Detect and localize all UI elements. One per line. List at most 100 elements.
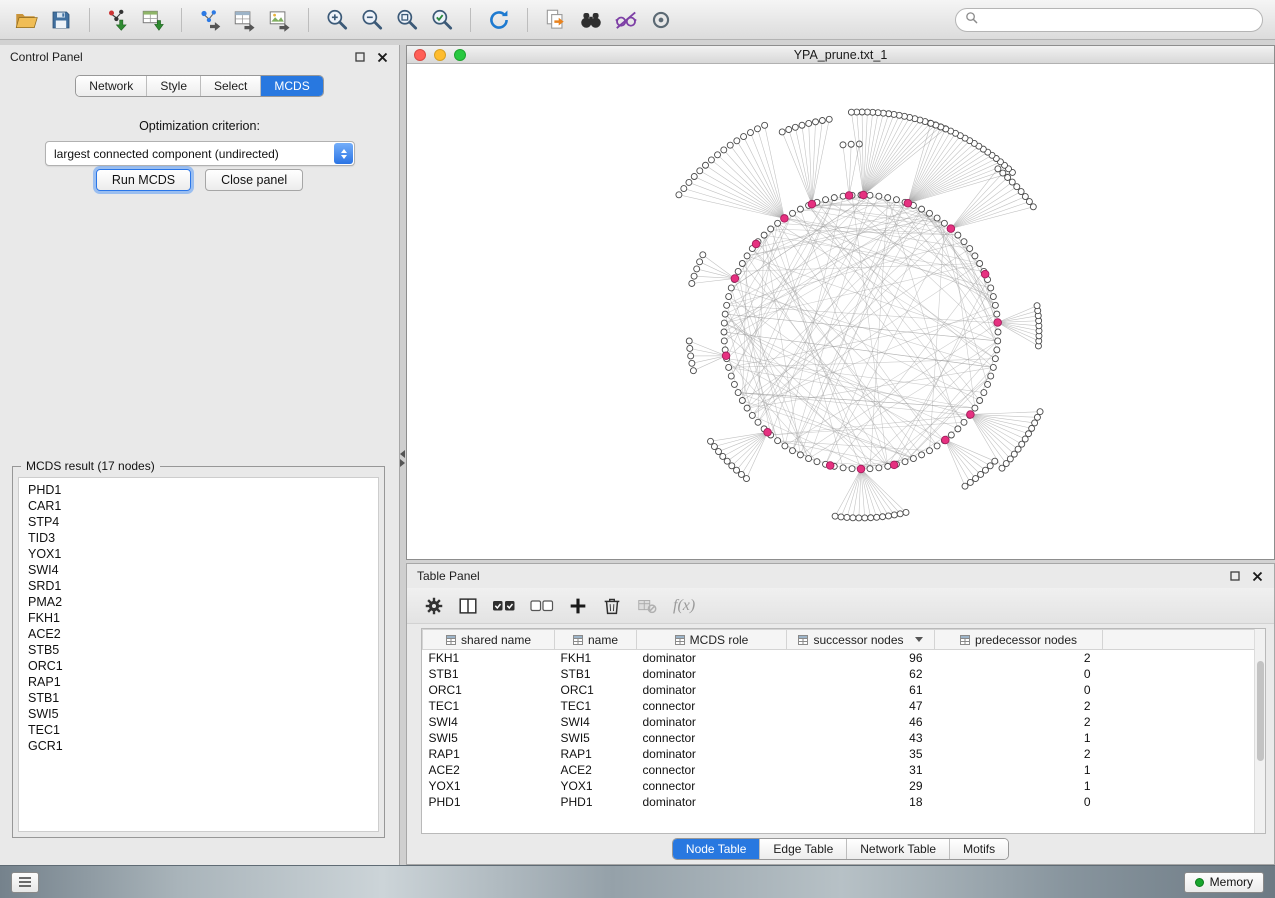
export-table-icon[interactable]	[229, 4, 261, 36]
network-window-titlebar[interactable]: YPA_prune.txt_1	[407, 46, 1274, 64]
column-header-successor-nodes[interactable]: successor nodes	[787, 630, 935, 650]
zoom-fit-icon[interactable]	[391, 4, 423, 36]
table-cell[interactable]: TEC1	[423, 698, 555, 714]
unselect-all-icon[interactable]	[529, 593, 555, 619]
result-node[interactable]: STB5	[19, 642, 378, 658]
table-cell[interactable]: 1	[935, 730, 1103, 746]
table-cell[interactable]: dominator	[637, 746, 787, 762]
column-header-name[interactable]: name	[555, 630, 637, 650]
network-graph[interactable]	[407, 65, 1274, 559]
table-cell[interactable]: RAP1	[555, 746, 637, 762]
open-folder-icon[interactable]	[10, 4, 42, 36]
table-cell[interactable]: dominator	[637, 666, 787, 682]
show-columns-icon[interactable]	[457, 593, 479, 619]
refresh-icon[interactable]	[483, 4, 515, 36]
add-column-icon[interactable]	[567, 593, 589, 619]
table-cell[interactable]: dominator	[637, 682, 787, 698]
table-cell[interactable]: 2	[935, 746, 1103, 762]
table-cell[interactable]: SWI5	[423, 730, 555, 746]
result-node[interactable]: YOX1	[19, 546, 378, 562]
table-row[interactable]: PHD1PHD1dominator180	[423, 794, 1258, 810]
export-network-icon[interactable]	[194, 4, 226, 36]
criterion-dropdown[interactable]: largest connected component (undirected)	[45, 141, 355, 166]
table-cell[interactable]: 47	[787, 698, 935, 714]
table-cell[interactable]: STB1	[555, 666, 637, 682]
table-cell[interactable]: ORC1	[555, 682, 637, 698]
result-node[interactable]: STP4	[19, 514, 378, 530]
float-panel-icon[interactable]	[353, 51, 366, 64]
tab-node-table[interactable]: Node Table	[673, 839, 761, 859]
result-node[interactable]: SRD1	[19, 578, 378, 594]
tab-mcds[interactable]: MCDS	[261, 76, 322, 96]
window-maximize-icon[interactable]	[454, 49, 466, 61]
result-node[interactable]: ACE2	[19, 626, 378, 642]
table-cell[interactable]: dominator	[637, 714, 787, 730]
window-minimize-icon[interactable]	[434, 49, 446, 61]
result-node[interactable]: SWI4	[19, 562, 378, 578]
table-cell[interactable]: 0	[935, 794, 1103, 810]
result-node[interactable]: TEC1	[19, 722, 378, 738]
delete-column-icon[interactable]	[601, 593, 623, 619]
result-node[interactable]: GCR1	[19, 738, 378, 754]
tab-style[interactable]: Style	[147, 76, 201, 96]
table-cell[interactable]: 62	[787, 666, 935, 682]
show-hidden-icon[interactable]	[645, 4, 677, 36]
table-cell[interactable]: SWI5	[555, 730, 637, 746]
table-cell[interactable]: connector	[637, 762, 787, 778]
close-table-panel-icon[interactable]	[1251, 570, 1264, 583]
select-all-icon[interactable]	[491, 593, 517, 619]
table-row[interactable]: FKH1FKH1dominator962	[423, 650, 1258, 667]
import-network-icon[interactable]	[102, 4, 134, 36]
run-mcds-button[interactable]: Run MCDS	[96, 169, 191, 191]
table-cell[interactable]: 2	[935, 698, 1103, 714]
table-cell[interactable]: dominator	[637, 650, 787, 667]
table-cell[interactable]: 2	[935, 650, 1103, 667]
table-cell[interactable]: YOX1	[423, 778, 555, 794]
save-icon[interactable]	[45, 4, 77, 36]
result-node[interactable]: PMA2	[19, 594, 378, 610]
apply-function-button[interactable]: f(x)	[673, 597, 695, 615]
float-table-panel-icon[interactable]	[1228, 570, 1241, 583]
table-cell[interactable]: 43	[787, 730, 935, 746]
search-box[interactable]	[955, 8, 1263, 32]
table-cell[interactable]: connector	[637, 778, 787, 794]
tab-network[interactable]: Network	[76, 76, 147, 96]
table-cell[interactable]: 35	[787, 746, 935, 762]
mcds-result-list[interactable]: PHD1CAR1STP4TID3YOX1SWI4SRD1PMA2FKH1ACE2…	[18, 477, 379, 832]
table-row[interactable]: SWI5SWI5connector431	[423, 730, 1258, 746]
table-cell[interactable]: ACE2	[555, 762, 637, 778]
table-cell[interactable]: FKH1	[423, 650, 555, 667]
table-cell[interactable]: 0	[935, 682, 1103, 698]
close-panel-icon[interactable]	[376, 51, 389, 64]
result-node[interactable]: RAP1	[19, 674, 378, 690]
table-cell[interactable]: 1	[935, 778, 1103, 794]
hide-unhide-icon[interactable]	[610, 4, 642, 36]
table-row[interactable]: RAP1RAP1dominator352	[423, 746, 1258, 762]
sort-caret-icon[interactable]	[915, 637, 923, 642]
tab-network-table[interactable]: Network Table	[847, 839, 950, 859]
table-cell[interactable]: 1	[935, 762, 1103, 778]
table-cell[interactable]: ACE2	[423, 762, 555, 778]
network-canvas[interactable]	[407, 65, 1274, 559]
table-row[interactable]: ORC1ORC1dominator610	[423, 682, 1258, 698]
table-cell[interactable]: ORC1	[423, 682, 555, 698]
column-header-shared-name[interactable]: shared name	[423, 630, 555, 650]
table-cell[interactable]: PHD1	[423, 794, 555, 810]
result-node[interactable]: ORC1	[19, 658, 378, 674]
table-cell[interactable]: 29	[787, 778, 935, 794]
result-node[interactable]: STB1	[19, 690, 378, 706]
result-node[interactable]: PHD1	[19, 482, 378, 498]
table-cell[interactable]: STB1	[423, 666, 555, 682]
zoom-selected-icon[interactable]	[426, 4, 458, 36]
table-cell[interactable]: 96	[787, 650, 935, 667]
search-input[interactable]	[984, 13, 1253, 27]
window-close-icon[interactable]	[414, 49, 426, 61]
zoom-out-icon[interactable]	[356, 4, 388, 36]
result-node[interactable]: CAR1	[19, 498, 378, 514]
result-node[interactable]: SWI5	[19, 706, 378, 722]
table-cell[interactable]: PHD1	[555, 794, 637, 810]
dropdown-stepper-icon[interactable]	[334, 143, 353, 164]
table-cell[interactable]: FKH1	[555, 650, 637, 667]
table-cell[interactable]: connector	[637, 730, 787, 746]
table-cell[interactable]: 61	[787, 682, 935, 698]
